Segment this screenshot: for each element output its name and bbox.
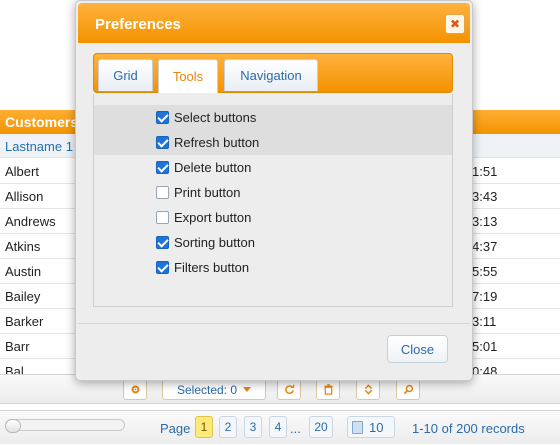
gear-icon <box>131 385 139 394</box>
filter-button[interactable] <box>396 379 420 400</box>
page-button-4[interactable]: 4 <box>269 416 287 438</box>
cell-time: 5:55 <box>472 264 498 279</box>
pager: Page 1 2 3 4 ... 20 10 1-10 of 200 recor… <box>0 410 560 444</box>
option-select-buttons[interactable]: Select buttons <box>94 105 452 130</box>
preferences-dialog: Preferences ✖ Grid Tools Navigation Sele… <box>75 0 473 381</box>
tab-label: Navigation <box>240 68 302 83</box>
close-icon[interactable]: ✖ <box>445 14 465 34</box>
option-label: Select buttons <box>174 110 257 125</box>
checkbox[interactable] <box>156 211 169 224</box>
sort-button[interactable] <box>356 379 380 400</box>
cell-time: 3:43 <box>472 189 498 204</box>
page-size-value: 10 <box>369 419 384 435</box>
cell-time: 7:19 <box>472 289 498 304</box>
cell-time: 5:01 <box>472 339 498 354</box>
cell-time: 3:11 <box>472 314 497 329</box>
records-info: 1-10 of 200 records <box>412 421 525 436</box>
cell-lastname: Bailey <box>5 289 41 304</box>
tab-label: Tools <box>172 69 204 84</box>
page-number: 20 <box>314 420 328 434</box>
checkbox[interactable] <box>156 111 169 124</box>
option-label: Print button <box>174 185 241 200</box>
page-number: 4 <box>274 420 282 434</box>
cell-lastname: Atkins <box>5 239 41 254</box>
page-button-last[interactable]: 20 <box>309 416 333 438</box>
refresh-button[interactable] <box>277 379 301 400</box>
page-label: Page <box>160 421 191 436</box>
option-refresh-button[interactable]: Refresh button <box>94 130 452 155</box>
document-icon <box>352 420 363 434</box>
cell-lastname: Albert <box>5 164 39 179</box>
column-header-label: Lastname 1 <box>5 139 73 154</box>
sort-icon <box>364 384 372 395</box>
close-button[interactable]: Close <box>387 335 448 363</box>
trash-icon <box>323 384 333 395</box>
checkbox[interactable] <box>156 236 169 249</box>
option-export-button[interactable]: Export button <box>94 205 452 230</box>
tab-tools[interactable]: Tools <box>158 59 218 93</box>
selected-dropdown[interactable]: Selected: 0 <box>162 379 266 400</box>
checkbox[interactable] <box>156 186 169 199</box>
search-icon <box>403 384 413 395</box>
screen: Customers Lastname 1 Albert 1:51 Allison… <box>0 0 560 445</box>
page-button-1[interactable]: 1 <box>195 416 213 438</box>
page-number: 1 <box>200 420 208 434</box>
refresh-icon <box>284 384 294 394</box>
close-button-label: Close <box>400 341 435 357</box>
option-sorting-button[interactable]: Sorting button <box>94 230 452 255</box>
cell-lastname: Andrews <box>5 214 56 229</box>
option-filters-button[interactable]: Filters button <box>94 255 452 280</box>
cell-time: 1:51 <box>472 164 498 179</box>
checkbox[interactable] <box>156 161 169 174</box>
dialog-titlebar[interactable]: Preferences ✖ <box>78 3 470 43</box>
page-ellipsis: ... <box>290 421 301 436</box>
option-label: Delete button <box>174 160 252 175</box>
tab-navigation[interactable]: Navigation <box>224 59 318 91</box>
grid-title-text: Customers <box>5 114 79 130</box>
cell-lastname: Austin <box>5 264 42 279</box>
cell-lastname: Allison <box>5 189 44 204</box>
checkbox[interactable] <box>156 136 169 149</box>
settings-button[interactable] <box>123 379 147 400</box>
cell-time: 4:37 <box>472 239 498 254</box>
page-number: 2 <box>224 420 232 434</box>
selected-label: Selected: 0 <box>176 382 238 397</box>
tools-panel: Select buttons Refresh button Delete but… <box>93 94 453 307</box>
cell-time: 3:13 <box>472 214 498 229</box>
chevron-down-icon <box>243 387 252 392</box>
option-label: Filters button <box>174 260 250 275</box>
page-size-select[interactable]: 10 <box>347 416 395 438</box>
delete-button[interactable] <box>316 379 340 400</box>
option-label: Export button <box>174 210 252 225</box>
dialog-title: Preferences <box>95 16 181 33</box>
option-label: Sorting button <box>174 235 255 250</box>
cell-lastname: Barr <box>5 339 30 354</box>
checkbox[interactable] <box>156 261 169 274</box>
tab-grid[interactable]: Grid <box>98 59 153 91</box>
option-print-button[interactable]: Print button <box>94 180 452 205</box>
page-button-2[interactable]: 2 <box>219 416 237 438</box>
tab-label: Grid <box>113 68 138 83</box>
option-delete-button[interactable]: Delete button <box>94 155 452 180</box>
horizontal-scrollbar[interactable] <box>5 419 125 433</box>
tab-bar: Grid Tools Navigation <box>93 53 453 93</box>
option-label: Refresh button <box>174 135 260 150</box>
dialog-divider <box>78 323 470 324</box>
page-button-3[interactable]: 3 <box>244 416 262 438</box>
cell-lastname: Barker <box>5 314 44 329</box>
page-number: 3 <box>249 420 257 434</box>
